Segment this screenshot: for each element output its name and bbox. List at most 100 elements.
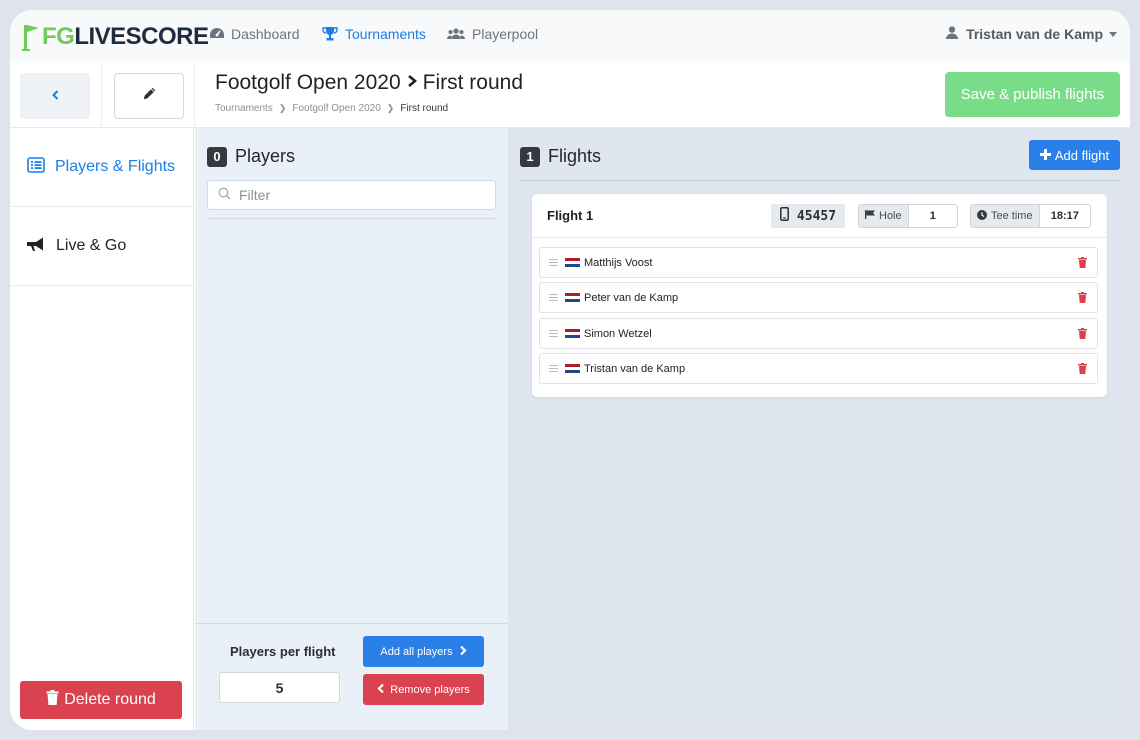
logo-fg-text: FG: [42, 23, 75, 50]
top-navbar: FG LIVESCORE Dashboard Tournaments Playe…: [10, 10, 1130, 61]
divider: [194, 61, 195, 128]
trash-icon[interactable]: [1078, 257, 1087, 271]
flights-heading-label: Flights: [548, 146, 602, 166]
hole-field[interactable]: Hole 1: [858, 204, 958, 228]
players-per-flight-input[interactable]: 5: [219, 672, 340, 703]
nav-tournaments-label: Tournaments: [345, 26, 426, 42]
nl-flag-icon: [565, 292, 580, 303]
nl-flag-icon: [565, 328, 580, 339]
flights-panel: 1 Flights Add flight Flight 1 45457 Hole…: [508, 128, 1130, 730]
dashboard-icon: [210, 28, 224, 40]
nl-flag-icon: [565, 363, 580, 374]
nav-tournaments[interactable]: Tournaments: [322, 26, 426, 42]
sidebar-item-label: Players & Flights: [55, 158, 176, 175]
logo-livescore-text: LIVESCORE: [74, 23, 209, 50]
nav-playerpool[interactable]: Playerpool: [447, 26, 538, 42]
breadcrumb-tournaments[interactable]: Tournaments: [215, 103, 273, 114]
flights-count-badge: 1: [520, 146, 540, 167]
tee-time-value[interactable]: 18:17: [1039, 205, 1090, 227]
app-window: FG LIVESCORE Dashboard Tournaments Playe…: [10, 10, 1130, 730]
divider: [101, 61, 102, 128]
hole-value[interactable]: 1: [908, 205, 957, 227]
nl-flag-icon: [565, 257, 580, 268]
flight-code-value: 45457: [796, 208, 837, 224]
list-icon: [27, 156, 45, 178]
chevron-right-icon: [459, 645, 467, 659]
tee-time-field[interactable]: Tee time 18:17: [970, 204, 1091, 228]
drag-handle-icon[interactable]: [549, 365, 558, 372]
flight-code: 45457: [771, 204, 845, 228]
plus-icon: [1039, 148, 1051, 163]
delete-round-label: Delete round: [64, 691, 156, 708]
user-name: Tristan van de Kamp: [966, 26, 1103, 42]
delete-round-button[interactable]: Delete round: [20, 681, 182, 719]
trash-icon[interactable]: [1078, 292, 1087, 306]
flights-heading: 1 Flights: [520, 146, 601, 167]
players-count-badge: 0: [207, 146, 227, 167]
add-all-players-button[interactable]: Add all players: [363, 636, 484, 667]
trash-icon: [46, 690, 59, 710]
flag-logo-icon: [22, 23, 42, 51]
drag-handle-icon[interactable]: [549, 259, 558, 266]
chevron-right-icon: ❯: [386, 103, 395, 113]
breadcrumb: Tournaments ❯ Footgolf Open 2020 ❯ First…: [215, 103, 448, 114]
flight-player-row[interactable]: Tristan van de Kamp: [539, 353, 1098, 384]
add-all-players-label: Add all players: [380, 645, 453, 658]
breadcrumb-current: First round: [400, 103, 449, 114]
caret-down-icon: [1109, 31, 1117, 37]
sidebar-item-players-flights[interactable]: Players & Flights: [10, 128, 193, 207]
trash-icon[interactable]: [1078, 363, 1087, 377]
add-flight-label: Add flight: [1054, 147, 1110, 163]
players-heading-label: Players: [235, 146, 296, 166]
user-menu[interactable]: Tristan van de Kamp: [946, 26, 1117, 42]
players-footer: Players per flight 5 Add all players Rem…: [195, 623, 508, 730]
page-title: Footgolf Open 2020 First round: [215, 71, 523, 95]
flight-player-row[interactable]: Peter van de Kamp: [539, 282, 1098, 313]
mobile-icon: [779, 207, 789, 225]
clock-icon: [977, 209, 987, 223]
trash-icon[interactable]: [1078, 328, 1087, 342]
edit-button[interactable]: [114, 73, 184, 119]
search-icon: [218, 187, 231, 203]
title-round: First round: [422, 71, 524, 94]
save-publish-button[interactable]: Save & publish flights: [945, 72, 1120, 117]
sidebar-item-live-go[interactable]: Live & Go: [10, 207, 193, 286]
trophy-icon: [322, 27, 338, 41]
player-name: Simon Wetzel: [584, 327, 652, 340]
users-icon: [447, 28, 465, 40]
sidebar: Players & Flights Live & Go Delete round: [10, 128, 194, 730]
pencil-icon: [143, 87, 156, 105]
flight-player-row[interactable]: Simon Wetzel: [539, 318, 1098, 349]
tee-time-label-text: Tee time: [991, 210, 1033, 222]
filter-placeholder: Filter: [239, 187, 271, 203]
player-name: Tristan van de Kamp: [584, 362, 686, 375]
round-header: Footgolf Open 2020 First round Tournamen…: [10, 61, 1130, 128]
back-button[interactable]: [20, 73, 90, 119]
flight-card: Flight 1 45457 Hole 1 Tee time 18:17 Mat…: [532, 194, 1107, 397]
hole-label-text: Hole: [879, 210, 902, 222]
fg-livescore-logo[interactable]: FG LIVESCORE: [22, 19, 209, 51]
breadcrumb-tournament[interactable]: Footgolf Open 2020: [292, 103, 380, 114]
remove-players-label: Remove players: [390, 683, 470, 696]
nav-dashboard[interactable]: Dashboard: [210, 26, 300, 42]
title-tournament: Footgolf Open 2020: [215, 71, 401, 94]
user-icon: [946, 26, 959, 42]
nav-playerpool-label: Playerpool: [472, 26, 539, 42]
hole-label: Hole: [859, 205, 909, 227]
megaphone-icon: [27, 236, 46, 257]
drag-handle-icon[interactable]: [549, 330, 558, 337]
players-panel: 0 Players Filter Players per flight 5 Ad…: [195, 128, 508, 730]
chevron-right-icon: [405, 71, 419, 95]
flight-name: Flight 1: [547, 208, 594, 223]
add-flight-button[interactable]: Add flight: [1029, 140, 1120, 170]
remove-players-button[interactable]: Remove players: [363, 674, 484, 705]
chevron-right-icon: ❯: [278, 103, 287, 113]
player-name: Peter van de Kamp: [584, 291, 679, 304]
flag-icon: [865, 210, 875, 222]
filter-input[interactable]: Filter: [207, 180, 496, 210]
players-per-flight-label: Players per flight: [230, 644, 336, 659]
flight-player-row[interactable]: Matthijs Voost: [539, 247, 1098, 278]
drag-handle-icon[interactable]: [549, 294, 558, 301]
player-name: Matthijs Voost: [584, 256, 653, 269]
sidebar-item-label: Live & Go: [56, 237, 127, 254]
